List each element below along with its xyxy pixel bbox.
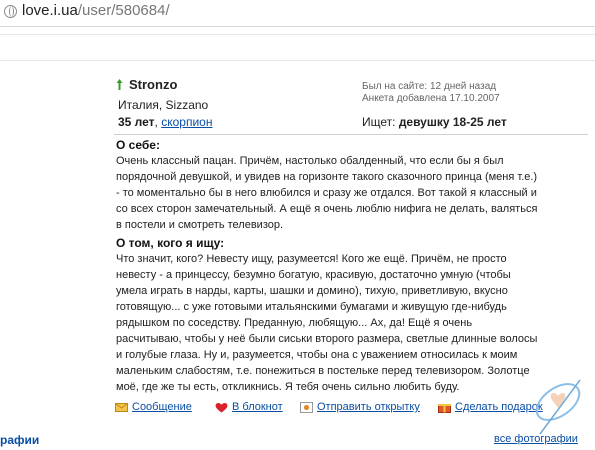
seeking-text: Что значит, кого? Невесту ищу, разумеетс… <box>116 251 586 395</box>
seeking-line: моё, где же ты есть, откликнись. Я тебя … <box>116 381 460 393</box>
seeking-line: маленьким слабостям, т.е. понежиться в п… <box>116 365 530 377</box>
site-watermark-logo <box>535 379 581 435</box>
about-heading: О себе: <box>116 138 160 152</box>
url-text[interactable]: love.i.ua/user/580684/ <box>22 2 170 19</box>
seeking-line: невесту - а принцессу, безумно богатую, … <box>116 269 511 281</box>
envelope-icon <box>115 403 128 412</box>
profile-card: Stronzo Италия, Sizzano 35 лет, скорпион… <box>108 67 588 430</box>
section-divider <box>114 134 588 135</box>
profile-name-row: Stronzo <box>116 77 177 92</box>
added-date-text: Анкета добавлена 17.10.2007 <box>362 93 500 104</box>
seek-label: Ищет: <box>362 115 396 129</box>
seeking-line: расчитываю, чтобы у неё были сиськи втор… <box>116 333 538 345</box>
seeking-heading: О том, кого я ищу: <box>116 236 225 250</box>
profile-name[interactable]: Stronzo <box>129 77 177 92</box>
profile-location: Италия, Sizzano <box>118 98 209 112</box>
user-status-icon <box>116 79 123 90</box>
browser-address-bar[interactable]: love.i.ua/user/580684/ <box>0 0 595 27</box>
notebook-link[interactable]: В блокнот <box>232 401 283 413</box>
globe-icon <box>4 5 17 18</box>
about-line: Очень классный пацан. Причём, настолько … <box>116 155 504 167</box>
url-path: /user/580684/ <box>77 2 170 19</box>
seeking-line: Что значит, кого? Невесту ищу, разумеетс… <box>116 253 507 265</box>
about-line: - то моментально бы в него влюбился и ср… <box>116 187 537 199</box>
seeking-line: умела играть в нарды, карты, шашки и дом… <box>116 285 508 297</box>
profile-meta: Был на сайте: 12 дней назад Анкета добав… <box>362 81 500 105</box>
seek-value: девушку 18-25 лет <box>398 115 507 129</box>
send-postcard-link[interactable]: Отправить открытку <box>317 401 420 413</box>
seeking-line: и голубые глаза. Ну и, разумеется, чтобы… <box>116 349 518 361</box>
gift-icon <box>438 404 451 413</box>
message-link[interactable]: Сообщение <box>132 401 192 413</box>
seeking-line: готовящую... с уже готовыми итальянскими… <box>116 301 507 313</box>
about-line: порядочной девушкой, и увидев на горизон… <box>116 171 538 183</box>
profile-age: 35 лет <box>118 115 155 129</box>
page-divider-header <box>0 60 595 61</box>
about-line: в постели и смотреть телевизор. <box>116 219 284 231</box>
about-line: со всех сторон замечательный. А ещё я оч… <box>116 203 538 215</box>
postcard-icon <box>300 402 313 413</box>
seeking-summary: Ищет: девушку 18-25 лет <box>362 115 507 129</box>
zodiac-link[interactable]: скорпион <box>161 115 212 129</box>
seeking-line: рядышком по соседству. Преданную, любящу… <box>116 317 473 329</box>
heart-icon <box>215 402 228 413</box>
page-divider-top <box>0 34 595 35</box>
about-text: Очень классный пацан. Причём, настолько … <box>116 153 586 233</box>
profile-age-row: 35 лет, скорпион <box>118 115 213 129</box>
last-seen-text: Был на сайте: 12 дней назад <box>362 81 497 92</box>
url-host: love.i.ua <box>22 2 78 19</box>
photos-link-fragment[interactable]: рафии <box>0 433 39 447</box>
